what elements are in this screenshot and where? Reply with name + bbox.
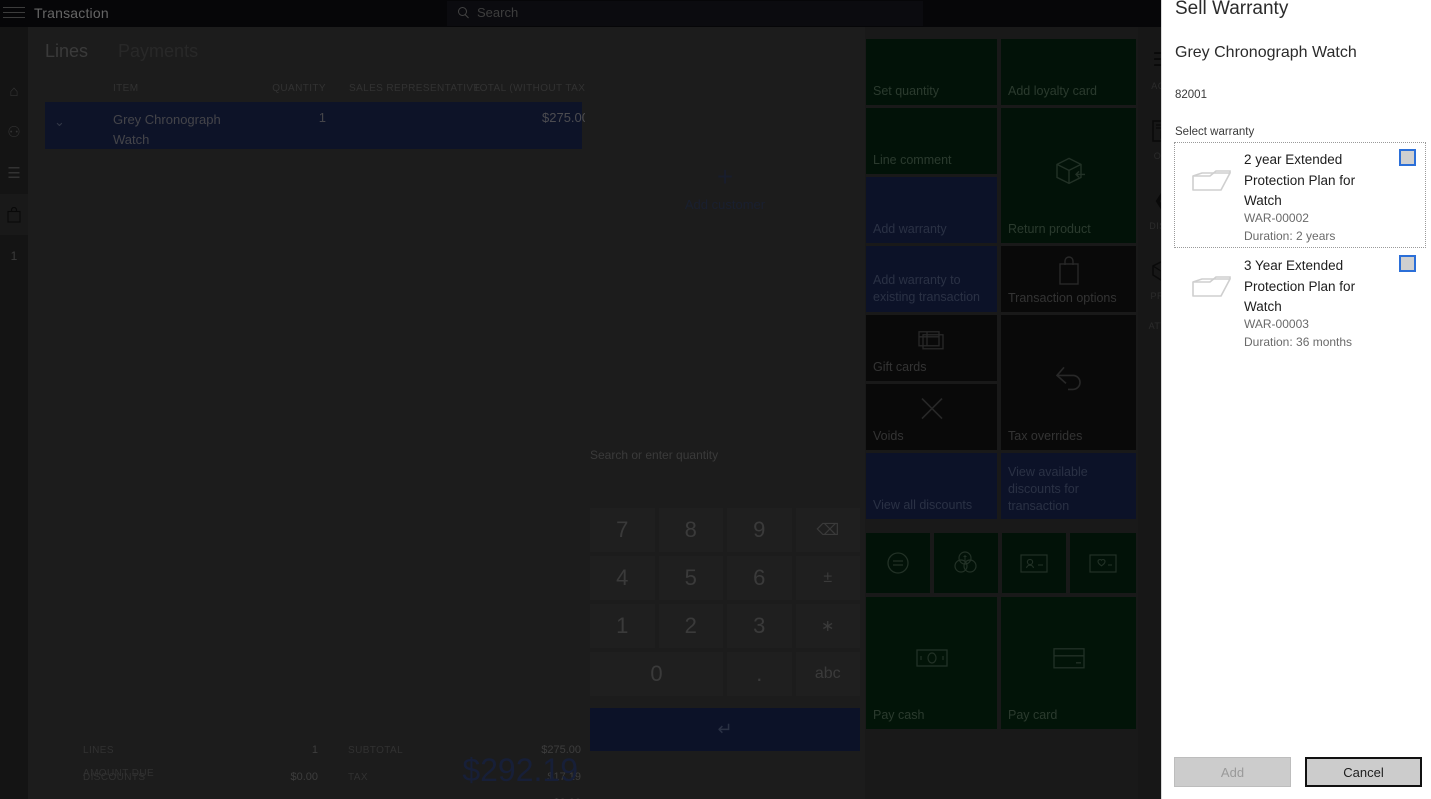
warranty-duration: Duration: 36 months [1244, 335, 1353, 349]
folder-outline-icon [1190, 271, 1234, 303]
warranty-checkbox[interactable] [1399, 149, 1416, 166]
folder-outline-icon [1190, 165, 1234, 197]
dialog-actions: Add Cancel [1174, 757, 1422, 787]
warranty-name: 2 year Extended Protection Plan for Watc… [1244, 152, 1356, 208]
warranty-checkbox[interactable] [1399, 255, 1416, 272]
dialog-product-name: Grey Chronograph Watch [1175, 44, 1357, 61]
add-button[interactable]: Add [1174, 757, 1291, 787]
dialog-title: Sell Warranty [1175, 0, 1289, 19]
warranty-name: 3 Year Extended Protection Plan for Watc… [1244, 258, 1356, 314]
list-item[interactable]: 3 Year Extended Protection Plan for Watc… [1174, 248, 1426, 354]
warranty-list: 2 year Extended Protection Plan for Watc… [1174, 142, 1426, 354]
sell-warranty-dialog: Sell Warranty Grey Chronograph Watch 820… [1161, 0, 1431, 799]
cancel-button[interactable]: Cancel [1305, 757, 1422, 787]
dialog-product-sku: 82001 [1175, 89, 1207, 101]
screen-root: Transaction Search ⌂ ⚇ ☰ 1 Lines Payment… [0, 0, 1431, 799]
warranty-id: WAR-00003 [1244, 317, 1309, 331]
warranty-duration: Duration: 2 years [1244, 229, 1336, 243]
select-warranty-label: Select warranty [1175, 126, 1255, 138]
warranty-id: WAR-00002 [1244, 211, 1309, 225]
list-item[interactable]: 2 year Extended Protection Plan for Watc… [1174, 142, 1426, 248]
